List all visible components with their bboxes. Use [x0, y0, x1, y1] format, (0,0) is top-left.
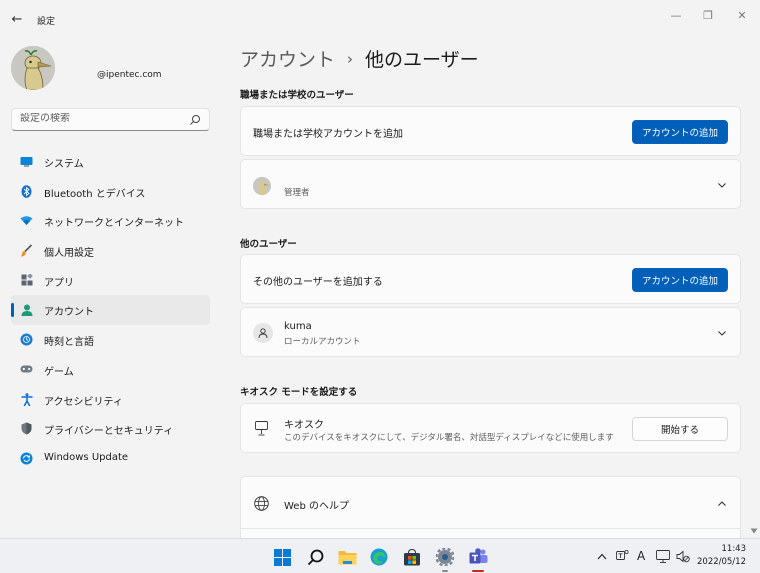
- start-kiosk-button[interactable]: 開始する: [632, 417, 728, 441]
- system-icon: [20, 155, 33, 168]
- app-title: 設定: [37, 17, 56, 27]
- chevron-up-icon[interactable]: [597, 553, 607, 560]
- running-indicator: [442, 570, 448, 572]
- other-user-row[interactable]: kuma ローカルアカウント: [240, 307, 741, 357]
- sidebar-item-personalization[interactable]: 個人用設定: [11, 236, 210, 266]
- web-help-label: Web のヘルプ: [284, 501, 349, 512]
- chevron-up-icon[interactable]: [716, 498, 728, 510]
- other-user-type: ローカルアカウント: [284, 337, 361, 347]
- apps-icon: [20, 274, 33, 287]
- taskbar-search-icon[interactable]: [304, 546, 326, 568]
- other-user-name: kuma: [284, 321, 312, 332]
- sidebar-item-time-language[interactable]: 時刻と言語: [11, 325, 210, 355]
- account-email: @ipentec.com: [97, 70, 162, 80]
- kiosk-description: このデバイスをキオスクにして、デジタル署名、対話型ディスプレイなどに使用します: [284, 433, 614, 443]
- work-user-role: 管理者: [284, 188, 310, 198]
- title-bar: ← 設定 — ❐ ✕: [0, 0, 760, 40]
- add-other-user-card: その他のユーザーを追加する アカウントの追加: [240, 254, 741, 304]
- update-icon: [20, 452, 33, 465]
- volume-muted-icon[interactable]: [676, 550, 690, 563]
- sidebar-item-bluetooth[interactable]: Bluetooth とデバイス: [11, 177, 210, 207]
- page-title: 他のユーザー: [365, 49, 479, 71]
- settings-gear-icon[interactable]: [434, 546, 456, 572]
- sidebar-item-network[interactable]: ネットワークとインターネット: [11, 206, 210, 236]
- add-other-user-button[interactable]: アカウントの追加: [632, 268, 728, 292]
- scroll-down-icon[interactable]: [750, 528, 758, 534]
- network-icon[interactable]: [656, 550, 670, 563]
- divider: [241, 528, 740, 529]
- sidebar-item-label: Bluetooth とデバイス: [44, 188, 146, 200]
- globe-icon: [254, 496, 269, 511]
- breadcrumb-parent[interactable]: アカウント: [240, 49, 335, 71]
- sidebar-item-accessibility[interactable]: アクセシビリティ: [11, 385, 210, 415]
- sidebar-item-windows-update[interactable]: Windows Update: [11, 444, 210, 474]
- work-user-row[interactable]: 管理者: [240, 159, 741, 209]
- web-help-card[interactable]: Web のヘルプ: [240, 476, 741, 538]
- add-other-user-label: その他のユーザーを追加する: [253, 277, 383, 288]
- duck-avatar-icon[interactable]: [11, 46, 55, 90]
- sidebar-item-label: Windows Update: [44, 451, 129, 463]
- ime-mode-indicator[interactable]: A: [637, 549, 645, 563]
- sidebar-item-label: システム: [44, 159, 84, 170]
- settings-search-box[interactable]: [11, 108, 210, 131]
- shield-icon: [20, 422, 33, 435]
- minimize-button[interactable]: —: [666, 8, 686, 24]
- accessibility-icon: [20, 392, 33, 406]
- windows-start-icon[interactable]: [271, 546, 293, 568]
- duck-avatar-icon: [253, 177, 271, 195]
- clock-time[interactable]: 11:43: [722, 544, 747, 554]
- sidebar-item-label: 時刻と言語: [44, 337, 94, 349]
- edge-browser-icon[interactable]: [368, 546, 390, 568]
- sidebar-item-privacy[interactable]: プライバシーとセキュリティ: [11, 414, 210, 444]
- breadcrumb-separator: ›: [347, 50, 354, 68]
- sidebar-nav: システム Bluetooth とデバイス ネットワークとインターネット 個人用設…: [11, 147, 210, 474]
- close-button[interactable]: ✕: [732, 8, 752, 24]
- add-work-account-label: 職場または学校アカウントを追加: [253, 129, 403, 140]
- gaming-icon: [20, 363, 33, 376]
- bluetooth-icon: [20, 184, 33, 198]
- sidebar-item-accounts[interactable]: アカウント: [11, 295, 210, 326]
- search-input[interactable]: [20, 113, 180, 124]
- microsoft-store-icon[interactable]: [401, 546, 423, 568]
- sidebar-item-label: 個人用設定: [44, 248, 94, 260]
- account-icon: [20, 303, 33, 316]
- sidebar-item-label: アプリ: [44, 277, 74, 289]
- add-work-account-card: 職場または学校アカウントを追加 アカウントの追加: [240, 106, 741, 156]
- file-explorer-icon[interactable]: [336, 546, 358, 568]
- sidebar-item-label: アカウント: [44, 307, 94, 319]
- brush-icon: [20, 244, 33, 257]
- breadcrumb: アカウント › 他のユーザー: [240, 45, 479, 72]
- section-title-other-users: 他のユーザー: [240, 239, 297, 250]
- sidebar-item-label: ゲーム: [44, 366, 74, 378]
- network-icon: [20, 214, 33, 227]
- kiosk-icon: [255, 421, 268, 436]
- search-icon[interactable]: [189, 114, 201, 126]
- sidebar-item-gaming[interactable]: ゲーム: [11, 355, 210, 385]
- taskbar: A 11:43 2022/05/12: [0, 538, 760, 573]
- sidebar-item-label: プライバシーとセキュリティ: [44, 426, 174, 438]
- time-language-icon: [20, 333, 33, 346]
- teams-notification-indicator: [472, 570, 484, 572]
- section-title-kiosk: キオスク モードを設定する: [240, 387, 358, 398]
- add-work-account-button[interactable]: アカウントの追加: [632, 120, 728, 144]
- sidebar-item-label: アクセシビリティ: [44, 396, 123, 408]
- clock-date[interactable]: 2022/05/12: [697, 557, 746, 567]
- maximize-button[interactable]: ❐: [698, 8, 718, 24]
- chevron-down-icon[interactable]: [716, 327, 728, 339]
- section-title-work-school: 職場または学校のユーザー: [240, 90, 354, 101]
- sidebar-item-system[interactable]: システム: [11, 147, 210, 177]
- kiosk-label: キオスク: [284, 420, 324, 431]
- chevron-down-icon[interactable]: [716, 179, 728, 191]
- sidebar-item-label: ネットワークとインターネット: [44, 218, 184, 230]
- teams-icon[interactable]: [467, 546, 489, 572]
- sidebar-item-apps[interactable]: アプリ: [11, 266, 210, 296]
- teams-tray-icon[interactable]: [616, 549, 629, 563]
- user-icon: [253, 323, 273, 343]
- kiosk-card: キオスク このデバイスをキオスクにして、デジタル署名、対話型ディスプレイなどに使…: [240, 403, 741, 453]
- back-arrow-icon[interactable]: ←: [8, 12, 26, 28]
